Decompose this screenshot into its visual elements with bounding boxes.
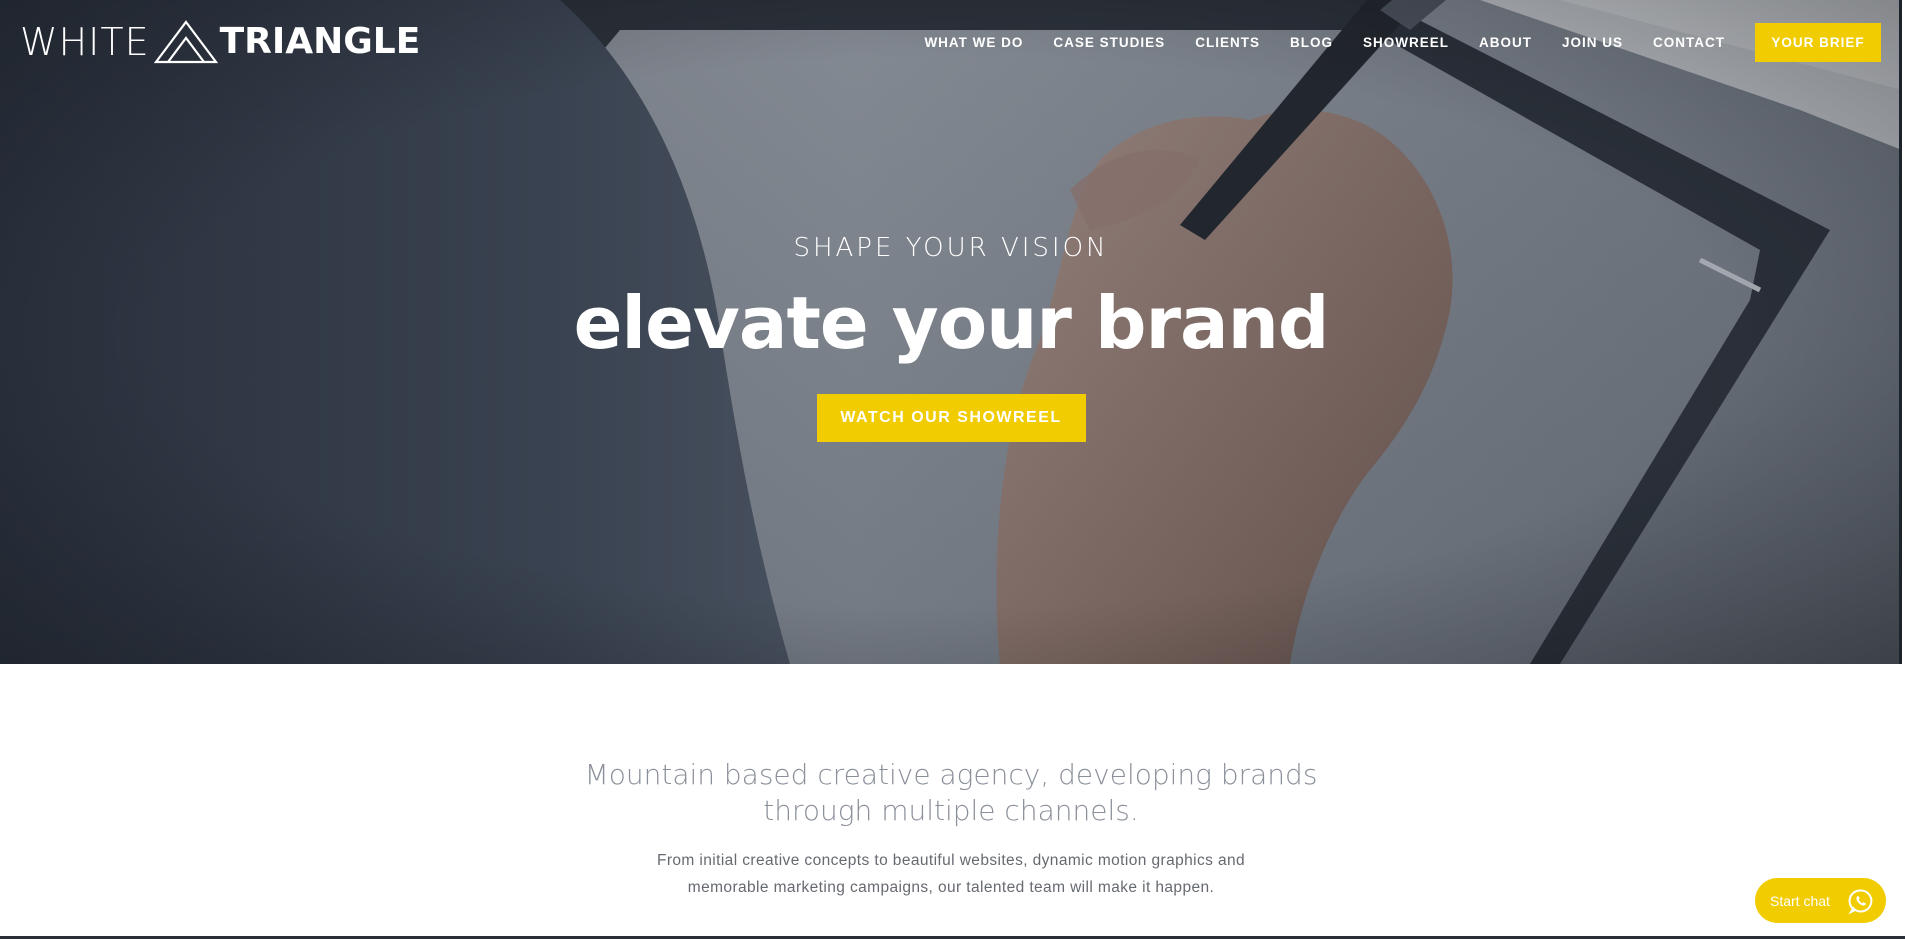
nav-item-about[interactable]: ABOUT: [1479, 35, 1532, 50]
nav-item-contact[interactable]: CONTACT: [1653, 35, 1725, 50]
nav-item-case-studies[interactable]: CASE STUDIES: [1053, 35, 1165, 50]
nav-item-what-we-do[interactable]: WHAT WE DO: [924, 35, 1023, 50]
intro-body-line2: memorable marketing campaigns, our talen…: [687, 879, 1215, 896]
intro-heading-line2: through multiple channels.: [763, 794, 1139, 827]
main-nav: WHAT WE DO CASE STUDIES CLIENTS BLOG SHO…: [924, 22, 1881, 62]
start-chat-button[interactable]: Start chat: [1755, 878, 1886, 923]
hero-title: elevate your brand: [573, 281, 1330, 365]
nav-item-join-us[interactable]: JOIN US: [1562, 35, 1623, 50]
hero-content: SHAPE YOUR VISION elevate your brand WAT…: [0, 228, 1902, 442]
whatsapp-icon: [1848, 888, 1873, 914]
intro-body: From initial creative concepts to beauti…: [0, 847, 1902, 901]
site-header: WHITE TRIANGLE WHAT WE DO CASE STUDIES C…: [0, 0, 1905, 90]
intro-heading: Mountain based creative agency, developi…: [0, 757, 1902, 829]
intro-body-line1: From initial creative concepts to beauti…: [656, 852, 1246, 869]
hero-kicker: SHAPE YOUR VISION: [793, 233, 1109, 263]
watch-showreel-button[interactable]: WATCH OUR SHOWREEL: [816, 394, 1086, 442]
intro-heading-line1: Mountain based creative agency, developi…: [584, 758, 1318, 791]
nav-item-showreel[interactable]: SHOWREEL: [1363, 35, 1449, 50]
nav-item-blog[interactable]: BLOG: [1290, 35, 1333, 50]
triangle-logo-icon: [153, 20, 218, 64]
logo-word-white: WHITE: [20, 20, 150, 64]
intro-section: Mountain based creative agency, developi…: [0, 664, 1905, 939]
your-brief-button[interactable]: YOUR BRIEF: [1755, 22, 1881, 62]
nav-item-clients[interactable]: CLIENTS: [1195, 35, 1260, 50]
page: SHAPE YOUR VISION elevate your brand WAT…: [0, 0, 1905, 939]
start-chat-label: Start chat: [1770, 892, 1830, 909]
scrollbar-edge: [1899, 0, 1902, 664]
logo[interactable]: WHITE TRIANGLE: [20, 18, 420, 66]
logo-word-triangle: TRIANGLE: [219, 21, 421, 62]
hero-section: SHAPE YOUR VISION elevate your brand WAT…: [0, 0, 1902, 664]
